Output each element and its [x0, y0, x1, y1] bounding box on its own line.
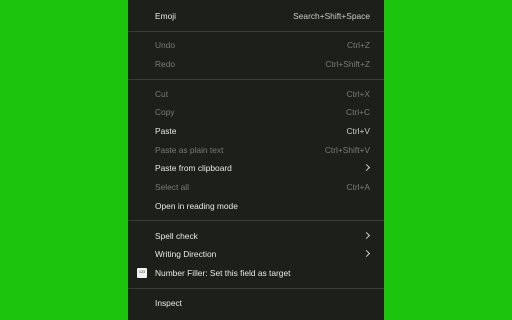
menu-item-emoji[interactable]: Emoji Search+Shift+Space [128, 7, 384, 25]
menu-separator [128, 288, 384, 289]
menu-item-label: Open in reading mode [155, 201, 238, 211]
menu-item-label: Emoji [155, 11, 176, 21]
menu-item-label: Redo [155, 59, 176, 69]
menu-item-label: Writing Direction [155, 249, 217, 259]
menu-item-label: Number Filler: Set this field as target [155, 268, 291, 278]
menu-item-label: Paste from clipboard [155, 163, 232, 173]
menu-item-shortcut: Search+Shift+Space [293, 11, 370, 21]
menu-item-undo[interactable]: Undo Ctrl+Z [128, 36, 384, 54]
menu-item-label: Copy [155, 107, 175, 117]
menu-item-label: Inspect [155, 298, 183, 308]
menu-item-select-all[interactable]: Select all Ctrl+A [128, 178, 384, 196]
menu-item-paste[interactable]: Paste Ctrl+V [128, 122, 384, 140]
menu-item-cut[interactable]: Cut Ctrl+X [128, 85, 384, 103]
chevron-right-icon [362, 249, 371, 258]
menu-item-paste-from-clipboard[interactable]: Paste from clipboard [128, 159, 384, 177]
menu-item-copy[interactable]: Copy Ctrl+C [128, 103, 384, 121]
menu-item-shortcut: Ctrl+Shift+Z [325, 59, 370, 69]
menu-item-label: Cut [155, 89, 169, 99]
menu-item-label: Select all [155, 182, 189, 192]
menu-separator [128, 31, 384, 32]
menu-separator [128, 220, 384, 221]
menu-item-number-filler[interactable]: 123 Number Filler: Set this field as tar… [128, 264, 384, 282]
menu-item-label: Spell check [155, 231, 198, 241]
menu-item-label: Paste as plain text [155, 145, 224, 155]
menu-item-inspect[interactable]: Inspect [128, 294, 384, 312]
menu-item-shortcut: Ctrl+X [346, 89, 370, 99]
menu-item-shortcut: Ctrl+V [346, 126, 370, 136]
menu-item-redo[interactable]: Redo Ctrl+Shift+Z [128, 55, 384, 73]
chevron-right-icon [362, 231, 371, 240]
menu-item-paste-plain-text[interactable]: Paste as plain text Ctrl+Shift+V [128, 141, 384, 159]
menu-item-shortcut: Ctrl+Shift+V [324, 145, 370, 155]
menu-item-spell-check[interactable]: Spell check [128, 227, 384, 245]
menu-item-shortcut: Ctrl+C [346, 107, 370, 117]
menu-item-label: Undo [155, 40, 176, 50]
menu-separator [128, 79, 384, 80]
menu-item-writing-direction[interactable]: Writing Direction [128, 245, 384, 263]
context-menu: Emoji Search+Shift+Space Undo Ctrl+Z Red… [128, 0, 384, 320]
menu-item-shortcut: Ctrl+A [346, 182, 370, 192]
number-filler-extension-icon: 123 [137, 268, 147, 278]
chevron-right-icon [362, 163, 371, 172]
menu-item-open-reading-mode[interactable]: Open in reading mode [128, 197, 384, 215]
menu-item-shortcut: Ctrl+Z [346, 40, 370, 50]
menu-item-label: Paste [155, 126, 177, 136]
